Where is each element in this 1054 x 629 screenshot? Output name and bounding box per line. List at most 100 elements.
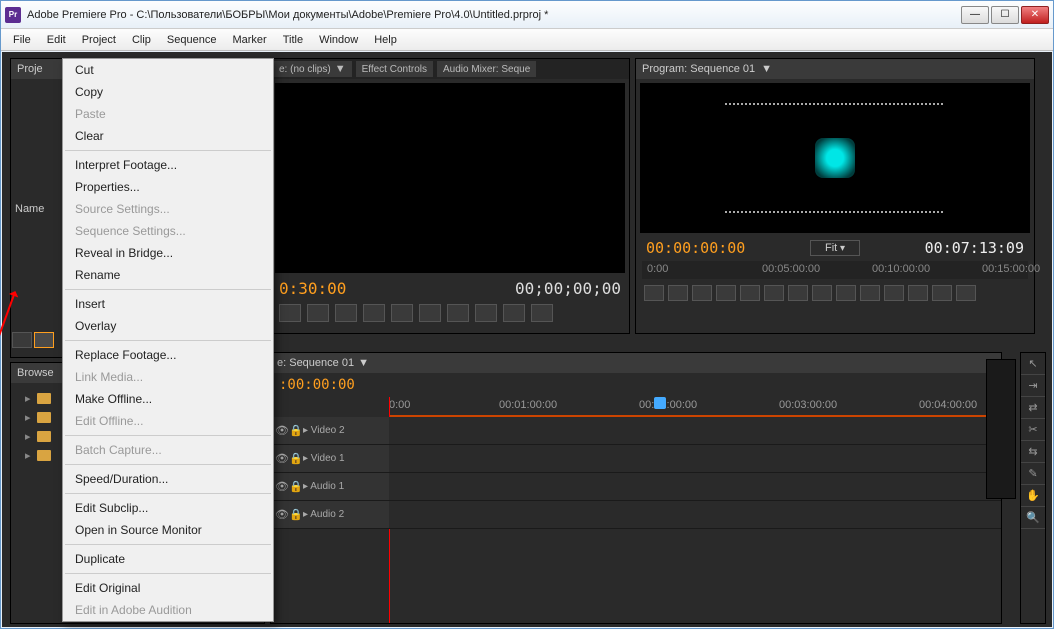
track-header[interactable]: 👁🔒 ▸ Audio 1 (271, 473, 389, 500)
context-menu-item[interactable]: Reveal in Bridge... (63, 242, 273, 264)
prog-loop-button[interactable] (836, 285, 856, 301)
timeline-ruler[interactable]: 0:0000:01:00:0000:02:00:0000:03:00:0000:… (389, 397, 1001, 417)
context-menu-item[interactable]: Open in Source Monitor (63, 519, 273, 541)
play-button[interactable] (391, 304, 413, 322)
track-row[interactable]: 👁🔒 ▸ Audio 1 (271, 473, 1001, 501)
menu-project[interactable]: Project (74, 32, 124, 48)
insert-button[interactable] (503, 304, 525, 322)
zoom-fit-dropdown[interactable]: Fit ▾ (810, 240, 860, 256)
track-select-tool[interactable]: ⇥ (1021, 375, 1045, 397)
overlay-button[interactable] (531, 304, 553, 322)
prog-step-back-button[interactable] (740, 285, 760, 301)
timeline-tab[interactable]: e: Sequence 01 ▼ (271, 353, 1001, 373)
context-menu-item[interactable]: Properties... (63, 176, 273, 198)
timeline-panel: e: Sequence 01 ▼ :00:00:00 0:0000:01:00:… (270, 352, 1002, 624)
track-header[interactable]: 👁🔒 ▸ Audio 2 (271, 501, 389, 528)
prog-trim-button[interactable] (956, 285, 976, 301)
context-menu-item: Batch Capture... (63, 439, 273, 461)
prog-goto-in-button[interactable] (716, 285, 736, 301)
folder-icon (37, 450, 51, 461)
menu-sequence[interactable]: Sequence (159, 32, 225, 48)
track-header[interactable]: 👁🔒 ▸ Video 1 (271, 445, 389, 472)
context-menu-item[interactable]: Rename (63, 264, 273, 286)
selection-tool[interactable]: ↖ (1021, 353, 1045, 375)
timeline-timecode[interactable]: :00:00:00 (271, 373, 1001, 397)
track-row[interactable]: 👁🔒 ▸ Video 1 (271, 445, 1001, 473)
context-menu-item[interactable]: Cut (63, 59, 273, 81)
step-fwd-button[interactable] (419, 304, 441, 322)
source-tab[interactable]: Audio Mixer: Seque (437, 61, 536, 77)
prog-out-button[interactable] (668, 285, 688, 301)
prog-play-button[interactable] (764, 285, 784, 301)
list-view-button[interactable] (12, 332, 32, 348)
context-menu-item[interactable]: Interpret Footage... (63, 154, 273, 176)
track-body[interactable] (389, 501, 1001, 528)
step-back-button[interactable] (363, 304, 385, 322)
context-menu-item[interactable]: Make Offline... (63, 388, 273, 410)
program-viewer[interactable] (640, 83, 1030, 233)
razor-tool[interactable]: ✂ (1021, 419, 1045, 441)
prog-export-frame-button[interactable] (884, 285, 904, 301)
slip-tool[interactable]: ⇆ (1021, 441, 1045, 463)
pen-tool[interactable]: ✎ (1021, 463, 1045, 485)
prog-lift-button[interactable] (908, 285, 928, 301)
ripple-edit-tool[interactable]: ⇄ (1021, 397, 1045, 419)
menu-file[interactable]: File (5, 32, 39, 48)
icon-view-button[interactable] (34, 332, 54, 348)
menu-edit[interactable]: Edit (39, 32, 74, 48)
prog-unlink-button[interactable] (692, 285, 712, 301)
context-menu-item[interactable]: Clear (63, 125, 273, 147)
context-menu-item[interactable]: Replace Footage... (63, 344, 273, 366)
context-menu-item[interactable]: Copy (63, 81, 273, 103)
prog-step-fwd-button[interactable] (788, 285, 808, 301)
context-menu-item[interactable]: Edit Original (63, 577, 273, 599)
prog-goto-out-button[interactable] (812, 285, 832, 301)
prog-safe-margin-button[interactable] (860, 285, 880, 301)
menu-title[interactable]: Title (275, 32, 311, 48)
folder-icon (37, 412, 51, 423)
context-menu-item[interactable]: Overlay (63, 315, 273, 337)
context-menu-item: Link Media... (63, 366, 273, 388)
source-tab[interactable]: e: (no clips)▼ (273, 61, 352, 77)
prog-extract-button[interactable] (932, 285, 952, 301)
playhead-icon[interactable] (654, 397, 666, 409)
ruler-mark: 00:01:00:00 (499, 399, 557, 411)
source-viewer[interactable] (275, 83, 625, 273)
menu-marker[interactable]: Marker (224, 32, 274, 48)
track-header[interactable]: 👁🔒 ▸ Video 2 (271, 417, 389, 444)
track-body[interactable] (389, 473, 1001, 500)
source-timecode-in[interactable]: 0:30:00 (279, 279, 346, 298)
context-menu-item[interactable]: Insert (63, 293, 273, 315)
loop-button[interactable] (475, 304, 497, 322)
titlebar[interactable]: Pr Adobe Premiere Pro - C:\Пользователи\… (1, 1, 1053, 29)
context-menu-item: Paste (63, 103, 273, 125)
context-menu-item[interactable]: Duplicate (63, 548, 273, 570)
source-tab[interactable]: Effect Controls (356, 61, 433, 77)
track-row[interactable]: 👁🔒 ▸ Audio 2 (271, 501, 1001, 529)
prog-in-button[interactable] (644, 285, 664, 301)
minimize-button[interactable]: — (961, 6, 989, 24)
menu-help[interactable]: Help (366, 32, 405, 48)
menu-window[interactable]: Window (311, 32, 366, 48)
track-body[interactable] (389, 445, 1001, 472)
context-menu-item[interactable]: Speed/Duration... (63, 468, 273, 490)
goto-out-button[interactable] (447, 304, 469, 322)
track-row[interactable]: 👁🔒 ▸ Video 2 (271, 417, 1001, 445)
program-timecode-current[interactable]: 00:00:00:00 (646, 239, 745, 257)
ruler-mark: 00:10:00:00 (872, 263, 930, 275)
menu-clip[interactable]: Clip (124, 32, 159, 48)
program-ruler[interactable]: 0:0000:05:00:0000:10:00:0000:15:00:00 (642, 261, 1028, 279)
fit-label: Fit (825, 242, 837, 254)
set-in-button[interactable] (279, 304, 301, 322)
zoom-tool[interactable]: 🔍 (1021, 507, 1045, 529)
timeline-tracks: 👁🔒 ▸ Video 2👁🔒 ▸ Video 1👁🔒 ▸ Audio 1👁🔒 ▸… (271, 417, 1001, 529)
track-body[interactable] (389, 417, 1001, 444)
close-button[interactable]: ✕ (1021, 6, 1049, 24)
program-tab[interactable]: Program: Sequence 01 ▼ (636, 59, 1034, 79)
menu-separator (65, 150, 271, 151)
hand-tool[interactable]: ✋ (1021, 485, 1045, 507)
goto-in-button[interactable] (335, 304, 357, 322)
context-menu-item[interactable]: Edit Subclip... (63, 497, 273, 519)
set-out-button[interactable] (307, 304, 329, 322)
maximize-button[interactable]: ☐ (991, 6, 1019, 24)
